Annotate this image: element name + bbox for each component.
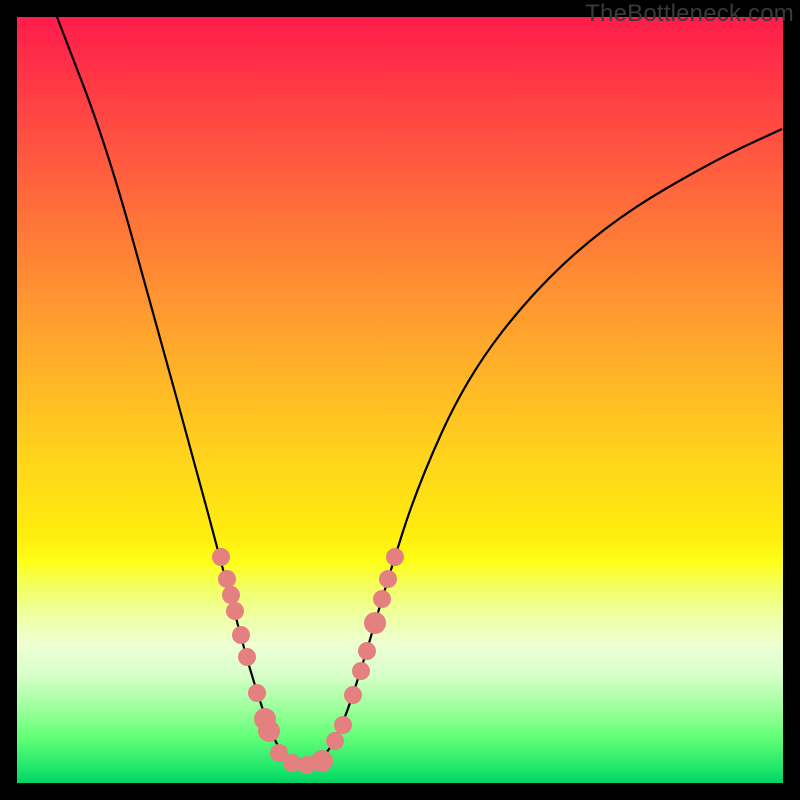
bead-dot bbox=[386, 548, 404, 566]
bead-dot bbox=[222, 586, 240, 604]
bead-dot bbox=[358, 642, 376, 660]
bead-dot bbox=[218, 570, 236, 588]
bead-dot bbox=[379, 570, 397, 588]
bead-dot bbox=[212, 548, 230, 566]
bead-dot bbox=[334, 716, 352, 734]
bead-dot bbox=[238, 648, 256, 666]
bead-dot bbox=[352, 662, 370, 680]
bead-dot bbox=[311, 750, 333, 772]
bead-dot bbox=[326, 732, 344, 750]
v-curve bbox=[17, 17, 783, 783]
bead-dot bbox=[364, 612, 386, 634]
bead-dot bbox=[344, 686, 362, 704]
bead-dot bbox=[248, 684, 266, 702]
bead-dot bbox=[232, 626, 250, 644]
bead-dot bbox=[258, 720, 280, 742]
bead-dot bbox=[226, 602, 244, 620]
bead-dot bbox=[373, 590, 391, 608]
watermark-text: TheBottleneck.com bbox=[585, 0, 794, 28]
